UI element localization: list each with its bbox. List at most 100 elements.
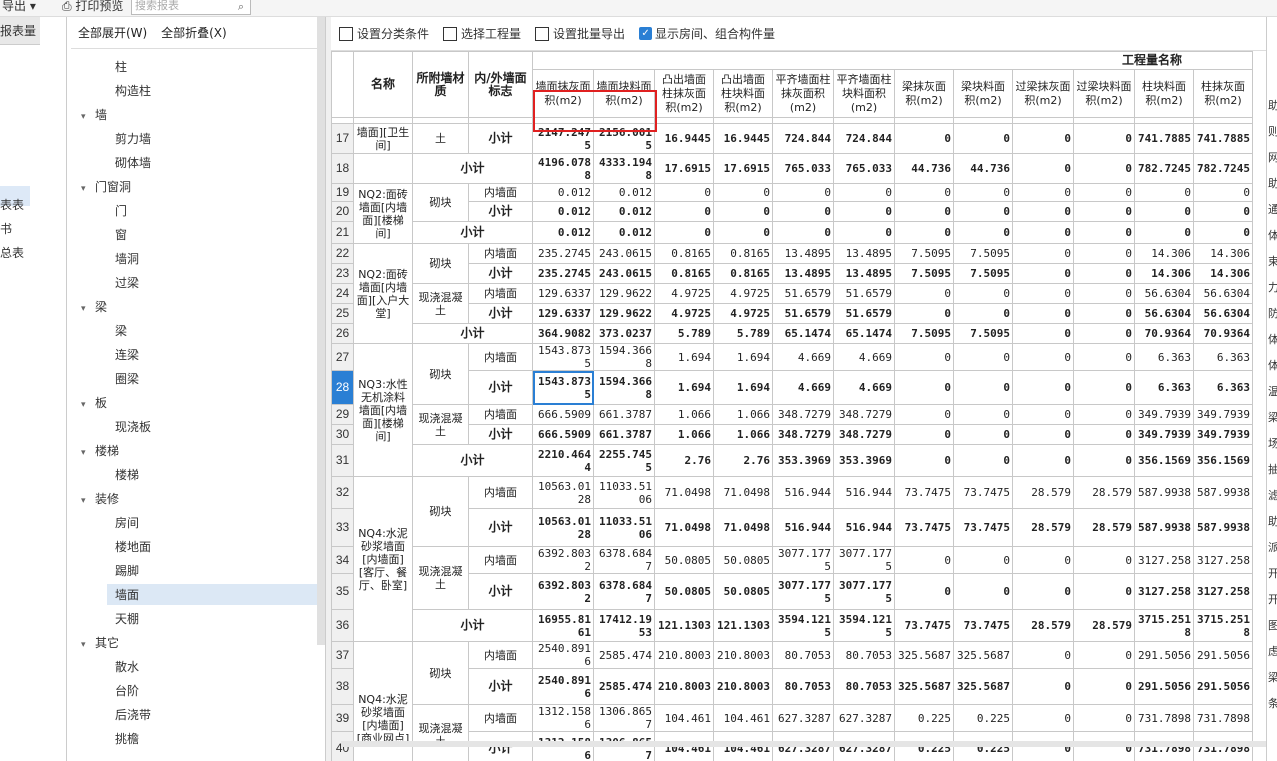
value-cell[interactable]: 129.9622 (593, 303, 655, 324)
tree-leaf[interactable]: 柱 (115, 58, 127, 75)
value-cell[interactable]: 0.012 (593, 201, 655, 222)
value-cell[interactable]: 0 (894, 546, 954, 574)
value-cell[interactable]: 121.1303 (654, 609, 714, 642)
value-cell[interactable]: 14.306 (1193, 263, 1253, 284)
value-cell[interactable]: 0 (1073, 153, 1135, 184)
value-cell[interactable]: 6.363 (1134, 343, 1194, 371)
value-cell[interactable]: 0.012 (593, 183, 655, 202)
value-cell[interactable]: 4.9725 (713, 283, 773, 304)
value-cell[interactable]: 0 (1073, 323, 1135, 344)
value-cell[interactable]: 0 (1012, 263, 1074, 284)
value-cell[interactable]: 0 (1012, 243, 1074, 264)
value-cell[interactable]: 13.4895 (772, 243, 834, 264)
value-cell[interactable]: 0 (772, 221, 834, 244)
tree-leaf[interactable]: 墙洞 (115, 250, 139, 267)
value-cell[interactable]: 661.3787 (593, 404, 655, 425)
value-cell[interactable]: 104.461 (654, 704, 714, 732)
value-cell[interactable]: 5.789 (713, 323, 773, 344)
value-cell[interactable]: 0 (1134, 221, 1194, 244)
value-cell[interactable]: 80.7053 (772, 668, 834, 705)
value-cell[interactable]: 235.2745 (532, 263, 594, 284)
value-cell[interactable]: 1594.3668 (593, 370, 655, 405)
value-cell[interactable]: 1.066 (713, 404, 773, 425)
value-cell[interactable]: 1.066 (713, 424, 773, 445)
chevron-down-icon[interactable]: ▾ (81, 448, 95, 458)
table-row[interactable]: 26 小计 364.9082 373.0237 5.789 5.789 65.1474 65.… (331, 323, 1253, 344)
report-tab[interactable]: 报表量 (0, 17, 40, 45)
tree-leaf[interactable]: 后浇带 (115, 706, 151, 723)
value-cell[interactable]: 0.012 (593, 221, 655, 244)
value-cell[interactable]: 1594.3668 (593, 343, 655, 371)
value-cell[interactable]: 0 (953, 183, 1013, 202)
value-cell[interactable]: 0 (1073, 573, 1135, 610)
value-cell[interactable]: 28.579 (1012, 609, 1074, 642)
value-cell[interactable]: 0 (1073, 201, 1135, 222)
value-cell[interactable]: 71.0498 (713, 508, 773, 547)
value-cell[interactable]: 0 (1012, 444, 1074, 477)
value-cell[interactable]: 356.1569 (1193, 444, 1253, 477)
row-number[interactable]: 39 (331, 704, 354, 732)
value-cell[interactable]: 0 (1134, 201, 1194, 222)
row-number[interactable]: 34 (331, 546, 354, 574)
value-cell[interactable]: 373.0237 (593, 323, 655, 344)
value-cell[interactable]: 73.7475 (894, 609, 954, 642)
value-cell[interactable]: 73.7475 (953, 609, 1013, 642)
table-row[interactable]: 34 现浇混凝土 内墙面 6392.8032 6378.6847 50.0805 50.08… (331, 546, 1253, 610)
row-number[interactable]: 31 (331, 444, 354, 477)
value-cell[interactable]: 731.7898 (1134, 704, 1194, 732)
value-cell[interactable]: 0 (1073, 404, 1135, 425)
table-row[interactable]: 33 小计 10563.0128 11033.5106 71.0498 71.0498 51… (331, 508, 1253, 547)
select-qty-button[interactable]: 选择工程量 (443, 25, 521, 42)
value-cell[interactable]: 741.7885 (1193, 123, 1253, 154)
value-cell[interactable]: 0 (1012, 123, 1074, 154)
chevron-down-icon[interactable]: ▾ (81, 640, 95, 650)
table-row[interactable]: 37 NQ4:水泥砂浆墙面[内墙面][商业网点] 砌块 内墙面 2540.8916 258… (331, 641, 1253, 761)
value-cell[interactable]: 51.6579 (833, 303, 895, 324)
print-preview-button[interactable]: ⎙ 打印预览 (62, 0, 123, 14)
value-cell[interactable]: 0 (713, 201, 773, 222)
value-cell[interactable]: 7.5095 (953, 263, 1013, 284)
value-cell[interactable]: 129.6337 (532, 303, 594, 324)
chevron-down-icon[interactable]: ▾ (81, 496, 95, 506)
value-cell[interactable]: 0 (1012, 641, 1074, 669)
value-cell[interactable]: 0 (713, 183, 773, 202)
value-cell[interactable]: 6.363 (1193, 370, 1253, 405)
value-cell[interactable]: 0 (654, 201, 714, 222)
value-cell[interactable]: 0 (772, 201, 834, 222)
table-row[interactable]: 31 小计 2210.4644 2255.7455 2.76 2.76 353.3969 35… (331, 444, 1253, 477)
export-button[interactable]: 导出 ▾ (2, 0, 36, 14)
value-cell[interactable]: 7.5095 (953, 323, 1013, 344)
value-cell[interactable]: 4333.1948 (593, 153, 655, 184)
table-row[interactable]: 21 小计 0.012 0.012 0 0 0 0 0 0 0 0 0 0 (331, 221, 1253, 244)
value-cell[interactable]: 56.6304 (1193, 303, 1253, 324)
value-cell[interactable]: 0 (953, 123, 1013, 154)
value-cell[interactable]: 71.0498 (654, 476, 714, 509)
tree-leaf[interactable]: 现浇板 (115, 418, 151, 435)
value-cell[interactable]: 0 (1012, 183, 1074, 202)
value-cell[interactable]: 0.012 (532, 221, 594, 244)
value-cell[interactable]: 1.694 (654, 370, 714, 405)
tree-group[interactable]: ▾ 装修 (81, 490, 119, 507)
value-cell[interactable]: 71.0498 (713, 476, 773, 509)
value-cell[interactable]: 325.5687 (894, 641, 954, 669)
value-cell[interactable]: 5.789 (654, 323, 714, 344)
value-cell[interactable]: 0 (894, 404, 954, 425)
value-cell[interactable]: 291.5056 (1134, 668, 1194, 705)
value-cell[interactable]: 2540.8916 (532, 641, 594, 669)
value-cell[interactable]: 3127.258 (1193, 546, 1253, 574)
value-cell[interactable]: 3594.1215 (833, 609, 895, 642)
value-cell[interactable]: 56.6304 (1134, 303, 1194, 324)
value-cell[interactable]: 516.944 (833, 508, 895, 547)
value-cell[interactable]: 4196.0788 (532, 153, 594, 184)
value-cell[interactable]: 3077.1775 (833, 546, 895, 574)
value-cell[interactable]: 10563.0128 (532, 476, 594, 509)
tree-leaf[interactable]: 楼梯 (115, 466, 139, 483)
value-cell[interactable]: 28.579 (1073, 609, 1135, 642)
value-cell[interactable]: 210.8003 (654, 641, 714, 669)
value-cell[interactable]: 0 (953, 546, 1013, 574)
value-cell[interactable]: 6.363 (1134, 370, 1194, 405)
value-cell[interactable]: 349.7939 (1134, 424, 1194, 445)
value-cell[interactable]: 0 (1073, 546, 1135, 574)
row-number[interactable]: 19 (331, 183, 354, 202)
table-row[interactable]: 38 小计 2540.8916 2585.474 210.8003 210.8003 80.… (331, 668, 1253, 705)
